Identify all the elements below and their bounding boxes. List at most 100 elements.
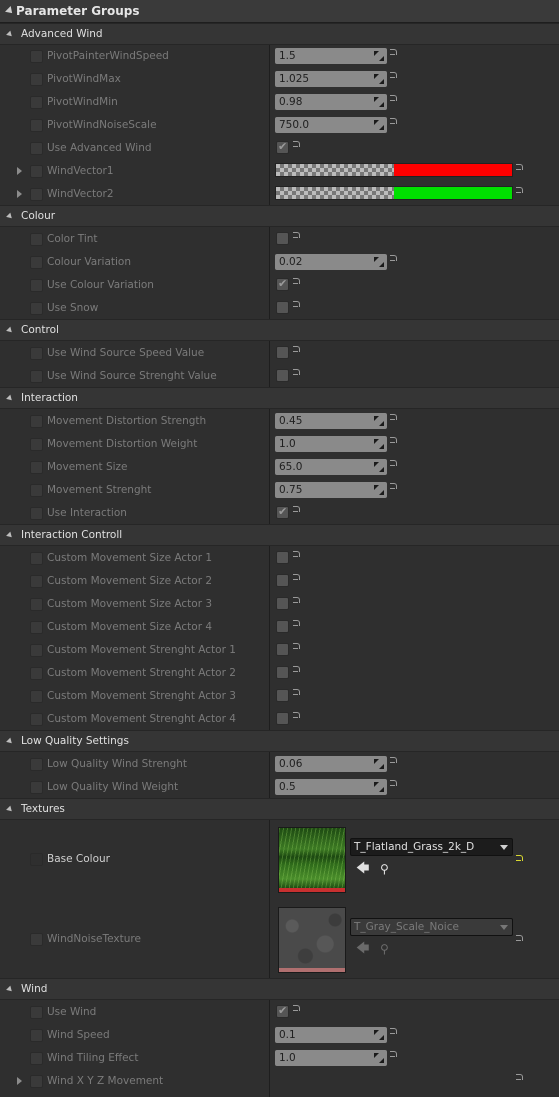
override-checkbox[interactable] xyxy=(30,667,43,680)
drag-arrows-icon[interactable] xyxy=(374,74,384,84)
use-selected-arrow-icon[interactable]: 🡄 xyxy=(356,942,370,955)
override-checkbox[interactable] xyxy=(30,853,43,866)
value-checkbox[interactable] xyxy=(276,597,289,610)
category-control[interactable]: Control xyxy=(0,319,559,341)
override-checkbox[interactable] xyxy=(30,73,43,86)
reset-arrow-icon[interactable] xyxy=(293,689,302,698)
drag-arrows-icon[interactable] xyxy=(374,1053,384,1063)
override-checkbox[interactable] xyxy=(30,415,43,428)
reset-arrow-icon[interactable] xyxy=(293,597,302,606)
collapse-triangle-icon[interactable] xyxy=(5,6,15,16)
category-interaction-controll[interactable]: Interaction Controll xyxy=(0,524,559,546)
drag-arrows-icon[interactable] xyxy=(374,782,384,792)
texture-thumbnail[interactable] xyxy=(278,827,346,893)
override-checkbox[interactable] xyxy=(30,552,43,565)
value-spinbox[interactable]: 65.0 xyxy=(275,459,387,475)
reset-arrow-icon[interactable] xyxy=(390,414,399,423)
override-checkbox[interactable] xyxy=(30,50,43,63)
reset-arrow-icon[interactable] xyxy=(390,72,399,81)
category-low-quality-settings[interactable]: Low Quality Settings xyxy=(0,730,559,752)
override-checkbox[interactable] xyxy=(30,233,43,246)
override-checkbox[interactable] xyxy=(30,507,43,520)
value-spinbox[interactable]: 0.75 xyxy=(275,482,387,498)
override-checkbox[interactable] xyxy=(30,347,43,360)
override-checkbox[interactable] xyxy=(30,621,43,634)
override-checkbox[interactable] xyxy=(30,1006,43,1019)
reset-arrow-icon[interactable] xyxy=(516,1074,525,1083)
reset-arrow-icon[interactable] xyxy=(516,855,525,864)
reset-arrow-icon[interactable] xyxy=(390,437,399,446)
override-checkbox[interactable] xyxy=(30,370,43,383)
reset-arrow-icon[interactable] xyxy=(390,95,399,104)
reset-arrow-icon[interactable] xyxy=(390,118,399,127)
reset-arrow-icon[interactable] xyxy=(293,346,302,355)
value-checkbox[interactable] xyxy=(276,346,289,359)
value-spinbox[interactable]: 750.0 xyxy=(275,117,387,133)
drag-arrows-icon[interactable] xyxy=(374,439,384,449)
override-checkbox[interactable] xyxy=(30,1052,43,1065)
reset-arrow-icon[interactable] xyxy=(293,666,302,675)
magnifier-icon[interactable]: ⚲ xyxy=(380,943,394,957)
value-spinbox[interactable]: 0.45 xyxy=(275,413,387,429)
use-selected-arrow-icon[interactable]: 🡄 xyxy=(356,862,370,875)
reset-arrow-icon[interactable] xyxy=(293,643,302,652)
reset-arrow-icon[interactable] xyxy=(390,1051,399,1060)
category-advanced-wind[interactable]: Advanced Wind xyxy=(0,23,559,45)
drag-arrows-icon[interactable] xyxy=(374,97,384,107)
asset-picker-combo[interactable]: T_Gray_Scale_Noice xyxy=(350,918,513,936)
override-checkbox[interactable] xyxy=(30,575,43,588)
reset-arrow-icon[interactable] xyxy=(293,506,302,515)
reset-arrow-icon[interactable] xyxy=(390,49,399,58)
color-swatch[interactable] xyxy=(275,163,513,177)
drag-arrows-icon[interactable] xyxy=(374,759,384,769)
collapse-triangle-icon[interactable] xyxy=(6,737,14,746)
value-spinbox[interactable]: 0.5 xyxy=(275,779,387,795)
reset-arrow-icon[interactable] xyxy=(516,187,525,196)
value-checkbox[interactable] xyxy=(276,505,289,519)
collapse-triangle-icon[interactable] xyxy=(6,985,14,994)
expand-triangle-icon[interactable] xyxy=(17,1077,22,1085)
reset-arrow-icon[interactable] xyxy=(293,232,302,241)
expand-triangle-icon[interactable] xyxy=(17,190,22,198)
reset-arrow-icon[interactable] xyxy=(390,483,399,492)
reset-arrow-icon[interactable] xyxy=(293,712,302,721)
override-checkbox[interactable] xyxy=(30,713,43,726)
drag-arrows-icon[interactable] xyxy=(374,462,384,472)
override-checkbox[interactable] xyxy=(30,598,43,611)
override-checkbox[interactable] xyxy=(30,644,43,657)
reset-arrow-icon[interactable] xyxy=(390,460,399,469)
reset-arrow-icon[interactable] xyxy=(293,369,302,378)
override-checkbox[interactable] xyxy=(30,1029,43,1042)
category-interaction[interactable]: Interaction xyxy=(0,387,559,409)
value-spinbox[interactable]: 0.98 xyxy=(275,94,387,110)
value-checkbox[interactable] xyxy=(276,666,289,679)
color-swatch[interactable] xyxy=(275,186,513,200)
override-checkbox[interactable] xyxy=(30,1075,43,1088)
override-checkbox[interactable] xyxy=(30,165,43,178)
override-checkbox[interactable] xyxy=(30,758,43,771)
parameter-groups-header[interactable]: Parameter Groups xyxy=(0,0,559,23)
reset-arrow-icon[interactable] xyxy=(293,301,302,310)
override-checkbox[interactable] xyxy=(30,933,43,946)
collapse-triangle-icon[interactable] xyxy=(6,326,14,335)
asset-picker-combo[interactable]: T_Flatland_Grass_2k_D xyxy=(350,838,513,856)
value-checkbox[interactable] xyxy=(276,551,289,564)
collapse-triangle-icon[interactable] xyxy=(6,30,14,39)
override-checkbox[interactable] xyxy=(30,484,43,497)
value-checkbox[interactable] xyxy=(276,232,289,245)
drag-arrows-icon[interactable] xyxy=(374,416,384,426)
collapse-triangle-icon[interactable] xyxy=(6,531,14,540)
reset-arrow-icon[interactable] xyxy=(516,164,525,173)
override-checkbox[interactable] xyxy=(30,96,43,109)
reset-arrow-icon[interactable] xyxy=(293,1005,302,1014)
override-checkbox[interactable] xyxy=(30,119,43,132)
reset-arrow-icon[interactable] xyxy=(293,620,302,629)
collapse-triangle-icon[interactable] xyxy=(6,394,14,403)
category-colour[interactable]: Colour xyxy=(0,205,559,227)
value-spinbox[interactable]: 1.0 xyxy=(275,436,387,452)
reset-arrow-icon[interactable] xyxy=(390,780,399,789)
override-checkbox[interactable] xyxy=(30,438,43,451)
reset-arrow-icon[interactable] xyxy=(293,278,302,287)
collapse-triangle-icon[interactable] xyxy=(6,805,14,814)
value-checkbox[interactable] xyxy=(276,369,289,382)
